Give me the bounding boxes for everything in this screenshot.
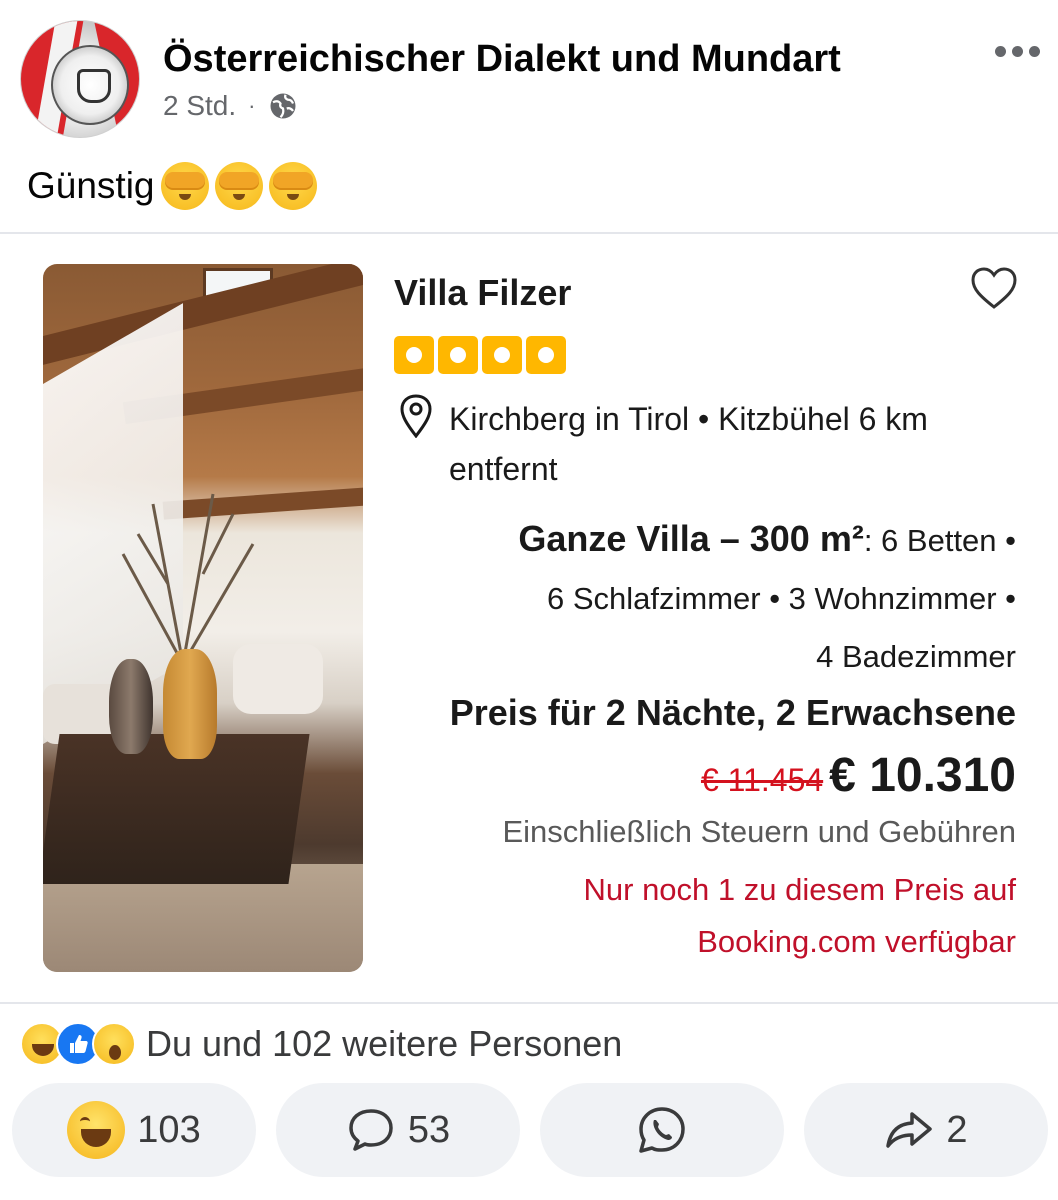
whatsapp-share-button[interactable] <box>540 1083 784 1177</box>
rating-box-icon <box>482 336 522 374</box>
rating-boxes <box>394 336 566 374</box>
listing-location: Kirchberg in Tirol • Kitzbühel 6 km entf… <box>449 394 1009 494</box>
availability-line-1: Nur noch 1 zu diesem Preis auf <box>583 872 1017 907</box>
details-inline: : 6 Betten • <box>863 523 1016 558</box>
price-label: Preis für 2 Nächte, 2 Erwachsene <box>449 692 1016 733</box>
location-line-1: Kirchberg in Tirol • Kitzbühel 6 km <box>449 401 928 437</box>
more-options-icon[interactable] <box>995 46 1040 57</box>
post-caption: Günstig <box>27 165 155 206</box>
rating-box-icon <box>438 336 478 374</box>
shy-face-emoji-icon <box>160 162 209 210</box>
reaction-button[interactable]: 103 <box>12 1083 256 1177</box>
share-count: 2 <box>946 1108 968 1151</box>
rating-box-icon <box>526 336 566 374</box>
availability-note: Nur noch 1 zu diesem Preis auf Booking.c… <box>456 864 1017 968</box>
post-text: Günstig <box>27 162 317 210</box>
villa-photo[interactable] <box>43 264 363 972</box>
details-line-3: 4 Badezimmer <box>816 639 1016 674</box>
new-price: € 10.310 <box>829 749 1016 802</box>
details-line-2: 6 Schlafzimmer • 3 Wohnzimmer • <box>546 581 1016 616</box>
listing-details: Ganze Villa – 300 m²: 6 Betten • 6 Schla… <box>416 510 1016 686</box>
page-name[interactable]: Österreichischer Dialekt und Mundart <box>163 38 841 81</box>
rating-box-icon <box>394 336 434 374</box>
wow-reaction-icon <box>92 1022 136 1066</box>
property-type: Ganze Villa – 300 m² <box>518 518 864 559</box>
price-row: € 11.454 € 10.310 <box>701 748 1016 803</box>
post: Österreichischer Dialekt und Mundart 2 S… <box>0 0 1058 1200</box>
heart-icon[interactable] <box>970 266 1018 310</box>
shy-face-emoji-icon <box>268 162 317 210</box>
post-meta: 2 Std. · <box>163 90 298 122</box>
haha-emoji-icon <box>67 1101 126 1159</box>
comment-button[interactable]: 53 <box>276 1083 520 1177</box>
availability-line-2: Booking.com verfügbar <box>697 924 1016 959</box>
shy-face-emoji-icon <box>214 162 263 210</box>
divider <box>0 232 1058 234</box>
post-time[interactable]: 2 Std. <box>163 90 236 122</box>
meta-separator: · <box>248 93 256 118</box>
divider <box>0 1002 1058 1004</box>
share-icon <box>886 1112 933 1148</box>
location-pin-icon <box>400 394 432 438</box>
location-line-2: entfernt <box>449 451 558 487</box>
comment-icon <box>349 1109 393 1151</box>
page-avatar[interactable] <box>20 20 140 138</box>
reaction-count: 103 <box>137 1108 201 1151</box>
crest-logo <box>51 45 129 125</box>
reaction-summary-text: Du und 102 weitere Personen <box>146 1023 623 1064</box>
old-price: € 11.454 <box>700 762 824 798</box>
comment-count: 53 <box>407 1108 451 1151</box>
globe-icon <box>270 93 295 119</box>
whatsapp-icon <box>639 1107 685 1153</box>
share-button[interactable]: 2 <box>804 1083 1048 1177</box>
tax-note: Einschließlich Steuern und Gebühren <box>502 814 1016 849</box>
listing-title[interactable]: Villa Filzer <box>394 272 571 314</box>
reaction-summary[interactable]: Du und 102 weitere Personen <box>20 1022 622 1066</box>
